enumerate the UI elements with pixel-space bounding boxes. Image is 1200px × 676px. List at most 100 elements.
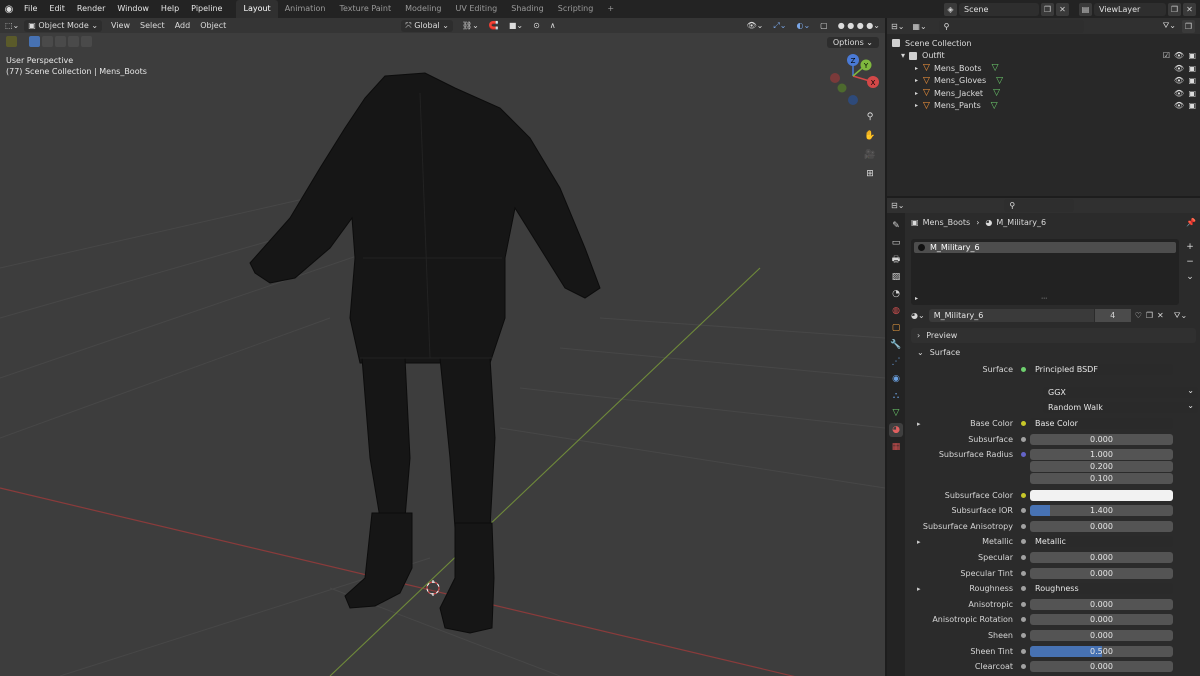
- menu-help[interactable]: Help: [155, 0, 185, 18]
- physics-tab-icon[interactable]: ◉: [889, 372, 903, 386]
- viewlayer-field[interactable]: ViewLayer: [1094, 2, 1166, 16]
- fake-user-icon[interactable]: ♡: [1135, 311, 1142, 320]
- viewlayer-browse-icon[interactable]: ▤: [1079, 2, 1092, 16]
- shading-modes-icon[interactable]: ● ● ● ●⌄: [833, 18, 885, 33]
- number-field[interactable]: 0.100: [1030, 473, 1173, 484]
- output-tab-icon[interactable]: 🖶: [889, 253, 903, 267]
- outliner-row-mens-gloves[interactable]: ▸ ▽ Mens_Gloves ▽ 👁 ▣: [887, 75, 1200, 88]
- gizmo-toggle-icon[interactable]: ⤢⌄: [768, 18, 791, 33]
- number-field[interactable]: 1.000: [1030, 449, 1173, 460]
- world-tab-icon[interactable]: ◍: [889, 304, 903, 318]
- pin-icon[interactable]: 📌: [1186, 218, 1196, 227]
- material-name-field[interactable]: M_Military_6: [928, 309, 1094, 322]
- select-extend-icon[interactable]: [42, 36, 53, 47]
- outliner-editor-type-icon[interactable]: ⊟⌄: [891, 22, 904, 31]
- tab-animation[interactable]: Animation: [278, 0, 333, 18]
- tool-select-icon[interactable]: [6, 36, 17, 47]
- surface-shader-field[interactable]: Principled BSDF: [1030, 364, 1173, 375]
- input-socket-icon[interactable]: [1021, 539, 1026, 544]
- properties-editor-type-icon[interactable]: ⊟⌄: [891, 201, 904, 210]
- menu-render[interactable]: Render: [71, 0, 111, 18]
- camera-icon[interactable]: ▣: [1188, 89, 1196, 98]
- constraints-tab-icon[interactable]: ⛬: [889, 389, 903, 403]
- list-expand-icon[interactable]: ▸: [915, 295, 918, 302]
- expand-input-icon[interactable]: ▸: [917, 585, 921, 593]
- unlink-material-icon[interactable]: ✕: [1157, 311, 1164, 320]
- input-socket-icon[interactable]: [1021, 555, 1026, 560]
- material-users-count[interactable]: 4: [1094, 309, 1131, 322]
- pivot-icon[interactable]: ⛓⌄: [457, 18, 484, 33]
- expand-input-icon[interactable]: ▸: [917, 420, 921, 428]
- number-field[interactable]: 0.000: [1030, 434, 1173, 445]
- camera-icon[interactable]: ▣: [1188, 101, 1196, 110]
- linked-input-field[interactable]: Roughness: [1030, 583, 1173, 594]
- input-socket-icon[interactable]: [1021, 437, 1026, 442]
- tab-texture-paint[interactable]: Texture Paint: [332, 0, 398, 18]
- select-new-icon[interactable]: [29, 36, 40, 47]
- select-invert-icon[interactable]: [68, 36, 79, 47]
- menu-object[interactable]: Object: [195, 18, 231, 33]
- menu-window[interactable]: Window: [111, 0, 155, 18]
- snap-icon[interactable]: 🧲: [484, 18, 504, 33]
- camera-icon[interactable]: ▣: [1188, 51, 1196, 60]
- material-tab-icon[interactable]: ◕: [889, 423, 903, 437]
- transform-orientation-dropdown[interactable]: ⤧ Global ⌄: [401, 19, 453, 32]
- tab-modeling[interactable]: Modeling: [398, 0, 448, 18]
- input-socket-icon[interactable]: [1021, 524, 1026, 529]
- shader-socket-icon[interactable]: [1021, 367, 1026, 372]
- object-tab-icon[interactable]: ▢: [889, 321, 903, 335]
- input-socket-icon[interactable]: [1021, 508, 1026, 513]
- remove-slot-icon[interactable]: −: [1184, 256, 1196, 268]
- outliner-row-outfit[interactable]: ▾ Outfit ☑ 👁 ▣: [887, 50, 1200, 63]
- distribution-dropdown[interactable]: GGX: [1043, 385, 1198, 398]
- blender-logo-icon[interactable]: ◉: [0, 4, 18, 15]
- camera-icon[interactable]: ▣: [1188, 76, 1196, 85]
- number-field[interactable]: 0.000: [1030, 614, 1173, 625]
- add-workspace-button[interactable]: +: [600, 0, 621, 18]
- input-socket-icon[interactable]: [1021, 633, 1026, 638]
- outliner-row-scene-collection[interactable]: Scene Collection: [887, 37, 1200, 50]
- input-socket-icon[interactable]: [1021, 452, 1026, 457]
- falloff-icon[interactable]: ∧: [545, 18, 561, 33]
- number-field[interactable]: 0.000: [1030, 630, 1173, 641]
- outliner-row-mens-boots[interactable]: ▸ ▽ Mens_Boots ▽ 👁 ▣: [887, 62, 1200, 75]
- number-field[interactable]: 0.000: [1030, 599, 1173, 610]
- preview-panel-header[interactable]: › Preview: [911, 328, 1196, 343]
- menu-view[interactable]: View: [106, 18, 135, 33]
- pan-hand-icon[interactable]: ✋: [863, 129, 877, 143]
- grid-view-icon[interactable]: ⊞: [863, 167, 877, 181]
- eye-icon[interactable]: 👁: [1174, 89, 1184, 98]
- modifier-tab-icon[interactable]: 🔧: [889, 338, 903, 352]
- overlays-icon[interactable]: ◐⌄: [791, 18, 815, 33]
- menu-file[interactable]: File: [18, 0, 43, 18]
- number-field[interactable]: 0.000: [1030, 661, 1173, 672]
- tab-shading[interactable]: Shading: [504, 0, 551, 18]
- xray-icon[interactable]: ▢: [815, 18, 833, 33]
- delete-viewlayer-icon[interactable]: ✕: [1183, 2, 1196, 16]
- menu-add[interactable]: Add: [170, 18, 196, 33]
- input-socket-icon[interactable]: [1021, 421, 1026, 426]
- list-resize-handle-icon[interactable]: ⋯: [1041, 295, 1047, 302]
- expand-outfit-icon[interactable]: ▾: [901, 51, 905, 60]
- eye-icon[interactable]: 👁: [1174, 51, 1184, 60]
- new-scene-icon[interactable]: ❐: [1041, 2, 1054, 16]
- surface-panel-header[interactable]: ⌄ Surface: [911, 345, 1196, 360]
- properties-search-input[interactable]: ⚲: [1004, 199, 1075, 212]
- input-socket-icon[interactable]: [1021, 649, 1026, 654]
- number-field[interactable]: 0.000: [1030, 552, 1173, 563]
- filter-icon[interactable]: ⛛⌄: [1163, 21, 1176, 31]
- scene-browse-icon[interactable]: ◈: [944, 2, 957, 16]
- eye-icon[interactable]: 👁: [1174, 101, 1184, 110]
- tab-uv-editing[interactable]: UV Editing: [449, 0, 505, 18]
- select-subtract-icon[interactable]: [55, 36, 66, 47]
- zoom-icon[interactable]: ⚲: [863, 110, 877, 124]
- expand-icon[interactable]: ▸: [915, 102, 918, 109]
- render-tab-icon[interactable]: ▭: [889, 236, 903, 250]
- number-field[interactable]: 0.000: [1030, 568, 1173, 579]
- camera-icon[interactable]: ▣: [1188, 64, 1196, 73]
- proportional-edit-icon[interactable]: ⊙: [528, 18, 545, 33]
- outfit-mesh[interactable]: [249, 72, 601, 634]
- expand-icon[interactable]: ▸: [915, 90, 918, 97]
- add-slot-icon[interactable]: +: [1184, 241, 1196, 253]
- input-socket-icon[interactable]: [1021, 664, 1026, 669]
